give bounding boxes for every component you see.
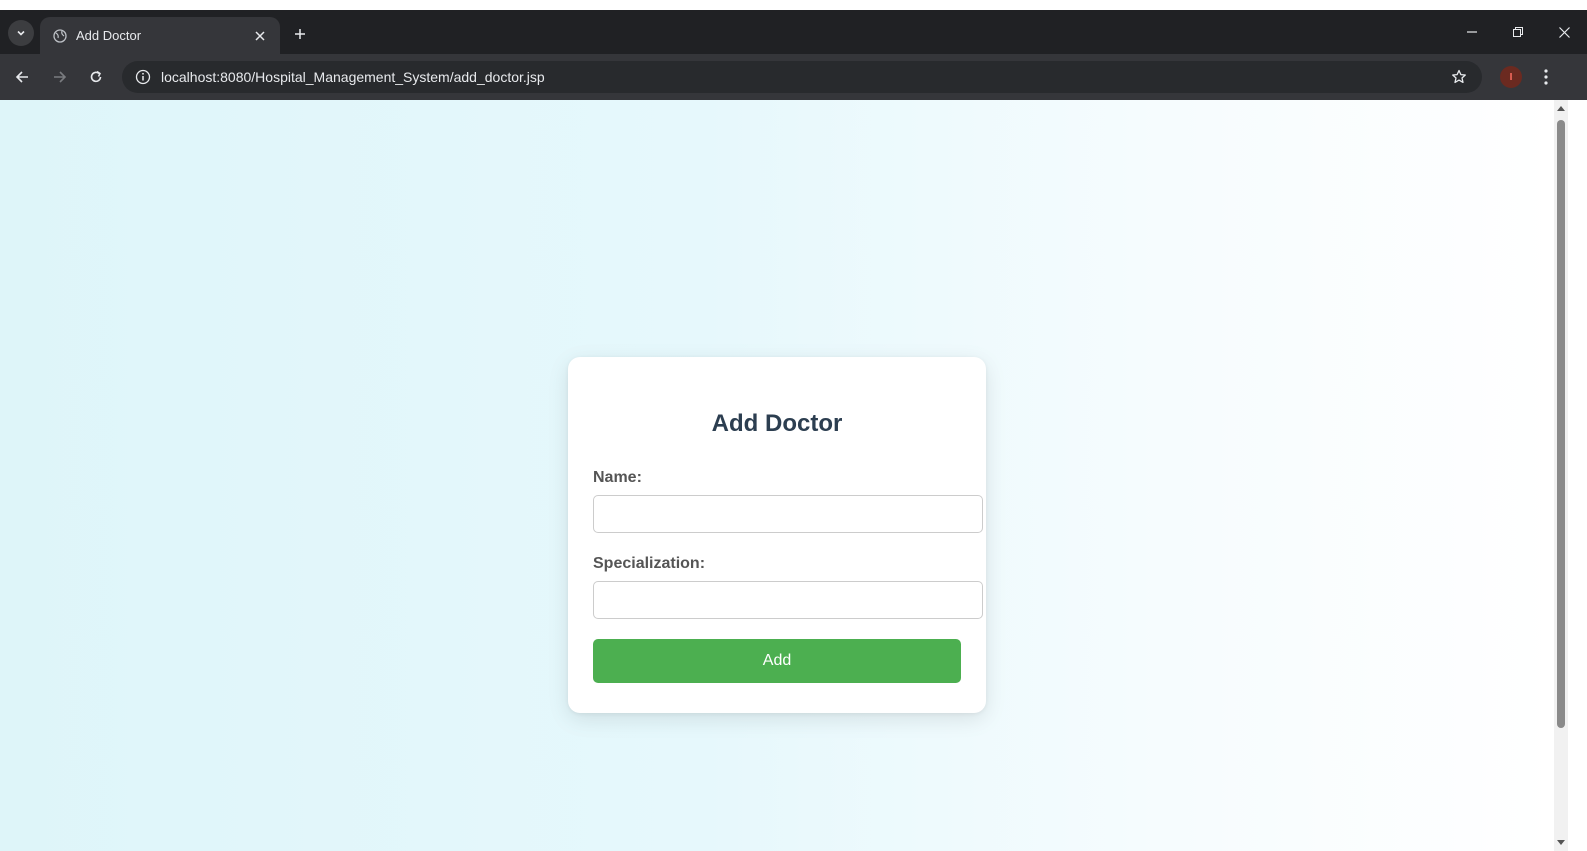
restore-icon <box>1513 27 1523 37</box>
address-bar[interactable]: localhost:8080/Hospital_Management_Syste… <box>122 61 1482 93</box>
browser-tab-bar: Add Doctor <box>0 10 1587 54</box>
close-icon <box>1558 26 1570 38</box>
reload-icon <box>90 70 102 83</box>
info-icon[interactable] <box>134 68 152 86</box>
specialization-label: Specialization: <box>593 555 706 572</box>
kebab-menu-icon <box>1544 69 1548 85</box>
reload-button[interactable] <box>84 65 108 89</box>
window-controls <box>1449 10 1587 54</box>
scrollbar-thumb[interactable] <box>1557 120 1565 728</box>
name-input[interactable] <box>593 495 983 533</box>
close-window-button[interactable] <box>1541 10 1587 54</box>
plus-icon <box>295 29 305 39</box>
add-doctor-form: Add Doctor Name: Specialization: Add <box>568 357 986 713</box>
back-button[interactable] <box>10 65 34 89</box>
window-right-edge <box>1568 100 1587 851</box>
arrow-left-icon <box>15 71 28 83</box>
scroll-up-arrow-icon[interactable] <box>1556 103 1566 113</box>
browser-tab-active[interactable]: Add Doctor <box>40 17 280 54</box>
arrow-right-icon <box>54 71 67 83</box>
scroll-down-arrow-icon[interactable] <box>1556 838 1566 848</box>
minimize-icon <box>1467 31 1477 33</box>
globe-icon <box>52 28 68 44</box>
tab-title: Add Doctor <box>76 28 142 43</box>
forward-button[interactable] <box>48 65 72 89</box>
address-url: localhost:8080/Hospital_Management_Syste… <box>161 69 545 85</box>
restore-button[interactable] <box>1495 10 1541 54</box>
specialization-input[interactable] <box>593 581 983 619</box>
name-label: Name: <box>593 469 642 486</box>
new-tab-button[interactable] <box>288 22 312 46</box>
profile-avatar[interactable]: I <box>1500 66 1522 88</box>
page-viewport: Add Doctor Name: Specialization: Add <box>0 100 1554 851</box>
tab-search-button[interactable] <box>8 20 34 46</box>
browser-toolbar: localhost:8080/Hospital_Management_Syste… <box>0 54 1587 100</box>
add-button[interactable]: Add <box>593 639 961 683</box>
screen-top-edge <box>0 0 1587 10</box>
bookmark-star-icon[interactable] <box>1450 68 1468 86</box>
form-title: Add Doctor <box>711 410 843 437</box>
close-icon <box>255 30 265 41</box>
browser-menu-button[interactable] <box>1534 65 1558 89</box>
tab-close-button[interactable] <box>248 24 272 48</box>
minimize-button[interactable] <box>1449 10 1495 54</box>
chevron-down-icon <box>17 30 25 36</box>
profile-initial: I <box>1509 71 1513 83</box>
vertical-scrollbar[interactable] <box>1554 100 1568 851</box>
